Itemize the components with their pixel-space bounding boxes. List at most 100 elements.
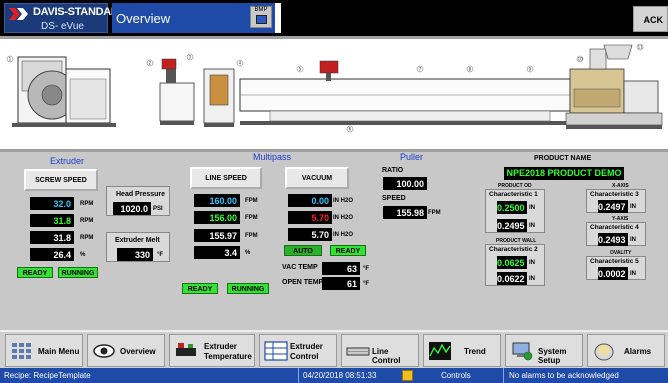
machine-overview-drawing: 1 2 3 4 5 6 7 8 9 10 11 bbox=[0, 36, 668, 152]
vacuum-auto-button[interactable]: AUTO bbox=[284, 245, 322, 256]
characteristic-1-setpoint[interactable]: 0.2500 bbox=[497, 201, 527, 214]
head-pressure-value: 1020.0 bbox=[113, 202, 151, 215]
screw-speed-reference-unit: RPM bbox=[80, 218, 94, 224]
system-setup-button[interactable]: System Setup bbox=[505, 334, 583, 367]
main-menu-button[interactable]: Main Menu bbox=[5, 334, 83, 367]
controls-icon[interactable] bbox=[402, 370, 413, 381]
open-temp-unit: °F bbox=[363, 281, 370, 287]
extruder-melt-unit: °F bbox=[157, 252, 164, 258]
vac-temp-unit: °F bbox=[363, 266, 370, 272]
open-temp-label: OPEN TEMP bbox=[282, 279, 324, 286]
characteristic-2-setpoint-unit: IN bbox=[529, 260, 535, 266]
eye-icon bbox=[93, 344, 115, 358]
controls-status[interactable]: Controls bbox=[441, 368, 471, 383]
extruder-temperature-button[interactable]: Extruder Temperature bbox=[169, 334, 255, 367]
line-control-button[interactable]: Line Control bbox=[341, 334, 419, 367]
multipass-ready-status: READY bbox=[182, 283, 218, 294]
screw-speed-actual-unit: RPM bbox=[80, 235, 94, 241]
line-speed-reference: 156.00 bbox=[194, 211, 240, 224]
head-pressure-unit: PSI bbox=[153, 206, 163, 212]
overview-button[interactable]: Overview bbox=[87, 334, 165, 367]
alarms-button[interactable]: Alarms bbox=[587, 334, 665, 367]
characteristic-4-value: 0.2493 bbox=[598, 233, 628, 246]
characteristic-2-setpoint[interactable]: 0.0625 bbox=[497, 256, 527, 269]
line-speed-load-unit: % bbox=[245, 250, 251, 256]
puller-ratio-value[interactable]: 100.00 bbox=[383, 177, 427, 190]
characteristic-5-value: 0.0002 bbox=[598, 267, 628, 280]
puller-speed-value: 155.98 bbox=[383, 206, 427, 219]
line-speed-actual-unit: FPM bbox=[245, 233, 258, 239]
alarm-bell-icon bbox=[594, 343, 614, 361]
alarm-message-status: No alarms to be acknowledged bbox=[509, 371, 619, 380]
extruder-icon bbox=[176, 343, 196, 356]
characteristic-3-box: Characteristic 3 0.2497 IN bbox=[586, 189, 646, 213]
vacuum-actual-unit: IN H2O bbox=[333, 232, 354, 238]
characteristic-3-value: 0.2497 bbox=[598, 200, 628, 213]
puller-title: Puller bbox=[400, 152, 424, 162]
line-speed-header[interactable]: LINE SPEED bbox=[190, 167, 262, 189]
monitor-icon bbox=[256, 15, 267, 24]
open-temp-value: 61 bbox=[322, 277, 360, 290]
overview-label: Overview bbox=[120, 347, 156, 356]
extruder-temperature-label-line1: Extruder bbox=[204, 342, 237, 351]
puller-ratio-label: RATIO bbox=[382, 167, 404, 174]
vacuum-ready-status: READY bbox=[330, 245, 366, 256]
control-table-icon bbox=[264, 341, 288, 361]
logo-chevron-icon bbox=[9, 8, 28, 20]
screw-load-percent: 26.4 bbox=[30, 248, 74, 261]
status-separator bbox=[298, 368, 299, 383]
callout-8: 8 bbox=[469, 66, 472, 71]
trend-button[interactable]: Trend bbox=[423, 334, 501, 367]
company-logo: DAVIS-STANDARD DS- eVue bbox=[4, 3, 126, 33]
characteristic-2-box: Characteristic 2 0.0625 IN 0.0622 IN bbox=[485, 244, 545, 286]
vacuum-header[interactable]: VACUUM bbox=[285, 167, 349, 189]
multipass-title: Multipass bbox=[253, 152, 292, 162]
screenshot-bmp-button[interactable]: BMP bbox=[250, 6, 272, 28]
callout-4: 4 bbox=[239, 60, 242, 65]
status-bar: Recipe: RecipeTemplate 04/20/2018 08:51:… bbox=[0, 368, 668, 383]
characteristic-1-label: Characteristic 1 bbox=[489, 191, 538, 198]
callout-1: 1 bbox=[9, 56, 12, 61]
grid-menu-icon bbox=[12, 343, 31, 359]
vacuum-setpoint[interactable]: 0.00 bbox=[288, 194, 332, 207]
characteristic-5-unit: IN bbox=[630, 271, 636, 277]
trend-label: Trend bbox=[464, 347, 486, 356]
computer-setup-icon bbox=[512, 342, 533, 361]
vac-temp-value: 63 bbox=[322, 262, 360, 275]
screw-speed-setpoint-unit: RPM bbox=[80, 201, 94, 207]
puller-speed-unit: FPM bbox=[428, 210, 441, 216]
vacuum-setpoint-unit: IN H2O bbox=[333, 198, 354, 204]
line-speed-load-percent: 3.4 bbox=[194, 246, 240, 259]
line-control-label: Line Control bbox=[372, 347, 401, 365]
extruder-temperature-label-line2: Temperature bbox=[204, 352, 252, 361]
trend-chart-icon bbox=[429, 342, 451, 360]
extruder-control-button[interactable]: Extruder Control bbox=[259, 334, 337, 367]
header-bar: DAVIS-STANDARD DS- eVue Overview BMP ACK bbox=[0, 0, 668, 36]
system-setup-label: System Setup bbox=[538, 347, 567, 365]
datetime-status: 04/20/2018 08:51:33 bbox=[303, 371, 377, 380]
characteristic-4-unit: IN bbox=[630, 237, 636, 243]
main-menu-label: Main Menu bbox=[38, 347, 80, 356]
head-pressure-label: Head Pressure bbox=[116, 191, 166, 198]
characteristic-1-box: Characteristic 1 0.2500 IN 0.2495 IN bbox=[485, 189, 545, 233]
screw-speed-header[interactable]: SCREW SPEED bbox=[24, 169, 98, 191]
extruder-melt-value: 330 bbox=[117, 248, 153, 261]
line-speed-setpoint-unit: FPM bbox=[245, 198, 258, 204]
extrusion-line-illustration: 1 2 3 4 5 6 7 8 9 10 11 bbox=[6, 43, 663, 133]
status-separator-2 bbox=[503, 368, 504, 383]
characteristic-3-unit: IN bbox=[630, 204, 636, 210]
extruder-title: Extruder bbox=[50, 156, 85, 166]
product-name-value[interactable]: NPE2018 PRODUCT DEMO bbox=[504, 167, 624, 180]
callout-10: 10 bbox=[578, 56, 584, 61]
characteristic-4-box: Characteristic 4 0.2493 IN bbox=[586, 222, 646, 246]
callout-6: 6 bbox=[349, 126, 352, 131]
callout-7: 7 bbox=[419, 66, 422, 71]
callout-5: 5 bbox=[299, 66, 302, 71]
screw-speed-setpoint[interactable]: 32.0 bbox=[30, 197, 74, 210]
characteristic-1-actual-unit: IN bbox=[529, 223, 535, 229]
bottom-navigation: Main Menu Overview Extruder Temperature … bbox=[0, 330, 668, 368]
line-speed-setpoint[interactable]: 160.00 bbox=[194, 194, 240, 207]
ack-button[interactable]: ACK bbox=[633, 6, 668, 32]
screw-speed-actual: 31.8 bbox=[30, 231, 74, 244]
logo-product-text: DS- eVue bbox=[41, 21, 84, 32]
